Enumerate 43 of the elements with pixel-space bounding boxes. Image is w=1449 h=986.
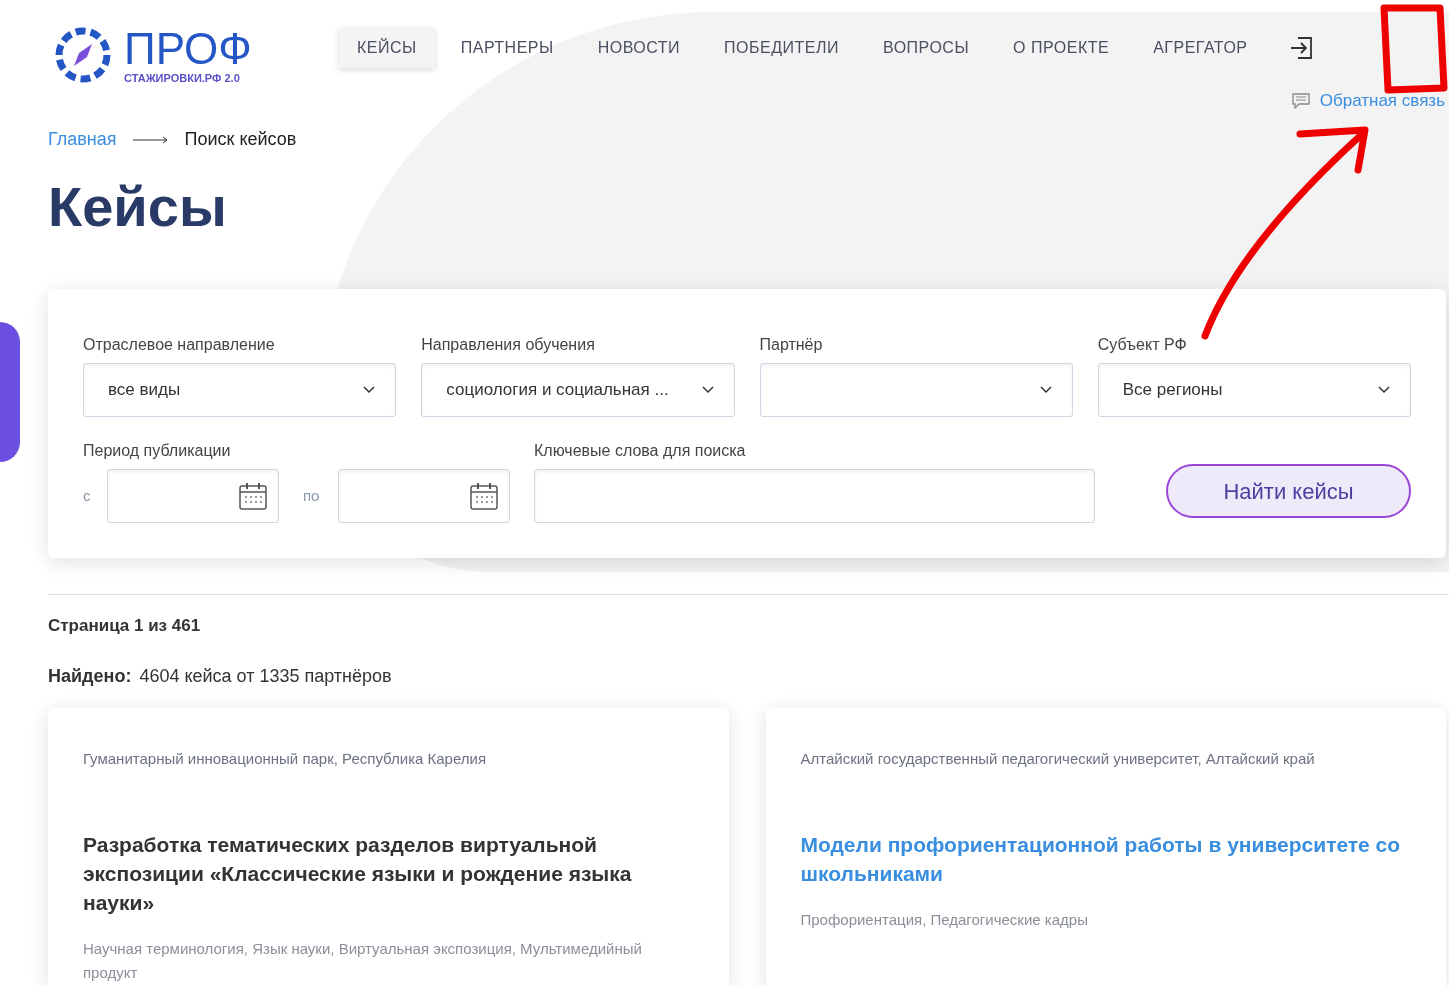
date-field[interactable] <box>338 469 510 523</box>
field-label: Партнёр <box>759 335 824 355</box>
logo-subtitle: СТАЖИРОВКИ.РФ 2.0 <box>124 72 241 84</box>
case-tags: Профориентация, Педагогические кадры <box>800 907 1411 932</box>
nav-tab[interactable]: О ПРОЕКТЕ <box>995 28 1128 68</box>
page-title: Кейсы <box>47 177 228 237</box>
case-title[interactable]: Разработка тематических разделов виртуальной экспозиции «Классические языки и рождение языка науки» <box>83 829 694 917</box>
date-from-label: с <box>83 485 92 506</box>
nav-tab[interactable]: ПАРТНЕРЫ <box>442 28 572 68</box>
nav-tab[interactable]: КЕЙСЫ <box>339 28 435 68</box>
date-to-label: по <box>303 485 321 506</box>
chevron-down-icon <box>1378 386 1390 394</box>
case-card[interactable]: Алтайский государственный педагогический университет, Алтайский край Модели профориентационной работы в университете со школьниками Профориентация, Педагогические кадры <box>765 707 1446 986</box>
field-label: Отраслевое направление <box>83 335 276 355</box>
nav-tab[interactable]: ВОПРОСЫ <box>865 28 988 68</box>
found-label: Найдено: <box>48 664 132 688</box>
date-field[interactable] <box>107 469 279 523</box>
chevron-down-icon <box>363 386 376 394</box>
search-button[interactable]: Найти кейсы <box>1166 464 1411 518</box>
chevron-down-icon <box>701 386 714 394</box>
calendar-icon <box>238 481 268 511</box>
logo-title: ПРОФ <box>124 26 252 71</box>
case-partner: Алтайский государственный педагогический университет, Алтайский край <box>800 748 1316 769</box>
keywords-input[interactable] <box>534 469 1095 523</box>
field-label: Период публикации <box>83 441 232 461</box>
case-partner: Гуманитарный инновационный парк, Республика Карелия <box>83 748 488 769</box>
field-label: Субъект РФ <box>1097 335 1188 355</box>
dropdown[interactable]: социология и социальная ... <box>421 363 735 417</box>
case-tags: Научная терминология, Язык науки, Виртуальная экспозиция, Мультимедийный продукт <box>83 936 694 985</box>
field-label: Направления обучения <box>421 335 596 355</box>
calendar-icon <box>469 481 499 511</box>
arrow-right-icon <box>132 135 169 144</box>
breadcrumb-current: Поиск кейсов <box>184 128 297 151</box>
dropdown[interactable]: все виды <box>83 363 397 417</box>
nav-tab[interactable]: АГРЕГАТОР <box>1135 28 1266 68</box>
nav-tab[interactable]: ПОБЕДИТЕЛИ <box>706 28 857 68</box>
dropdown[interactable]: Все регионы <box>1097 363 1411 417</box>
page-counter: Страница 1 из 461 <box>47 615 202 637</box>
chevron-down-icon <box>1039 386 1052 394</box>
field-label: Ключевые слова для поиска <box>534 441 747 461</box>
comment-icon <box>1291 92 1310 109</box>
found-count: 4604 кейса от 1335 партнёров <box>139 664 392 688</box>
nav-tab[interactable]: НОВОСТИ <box>579 28 699 68</box>
